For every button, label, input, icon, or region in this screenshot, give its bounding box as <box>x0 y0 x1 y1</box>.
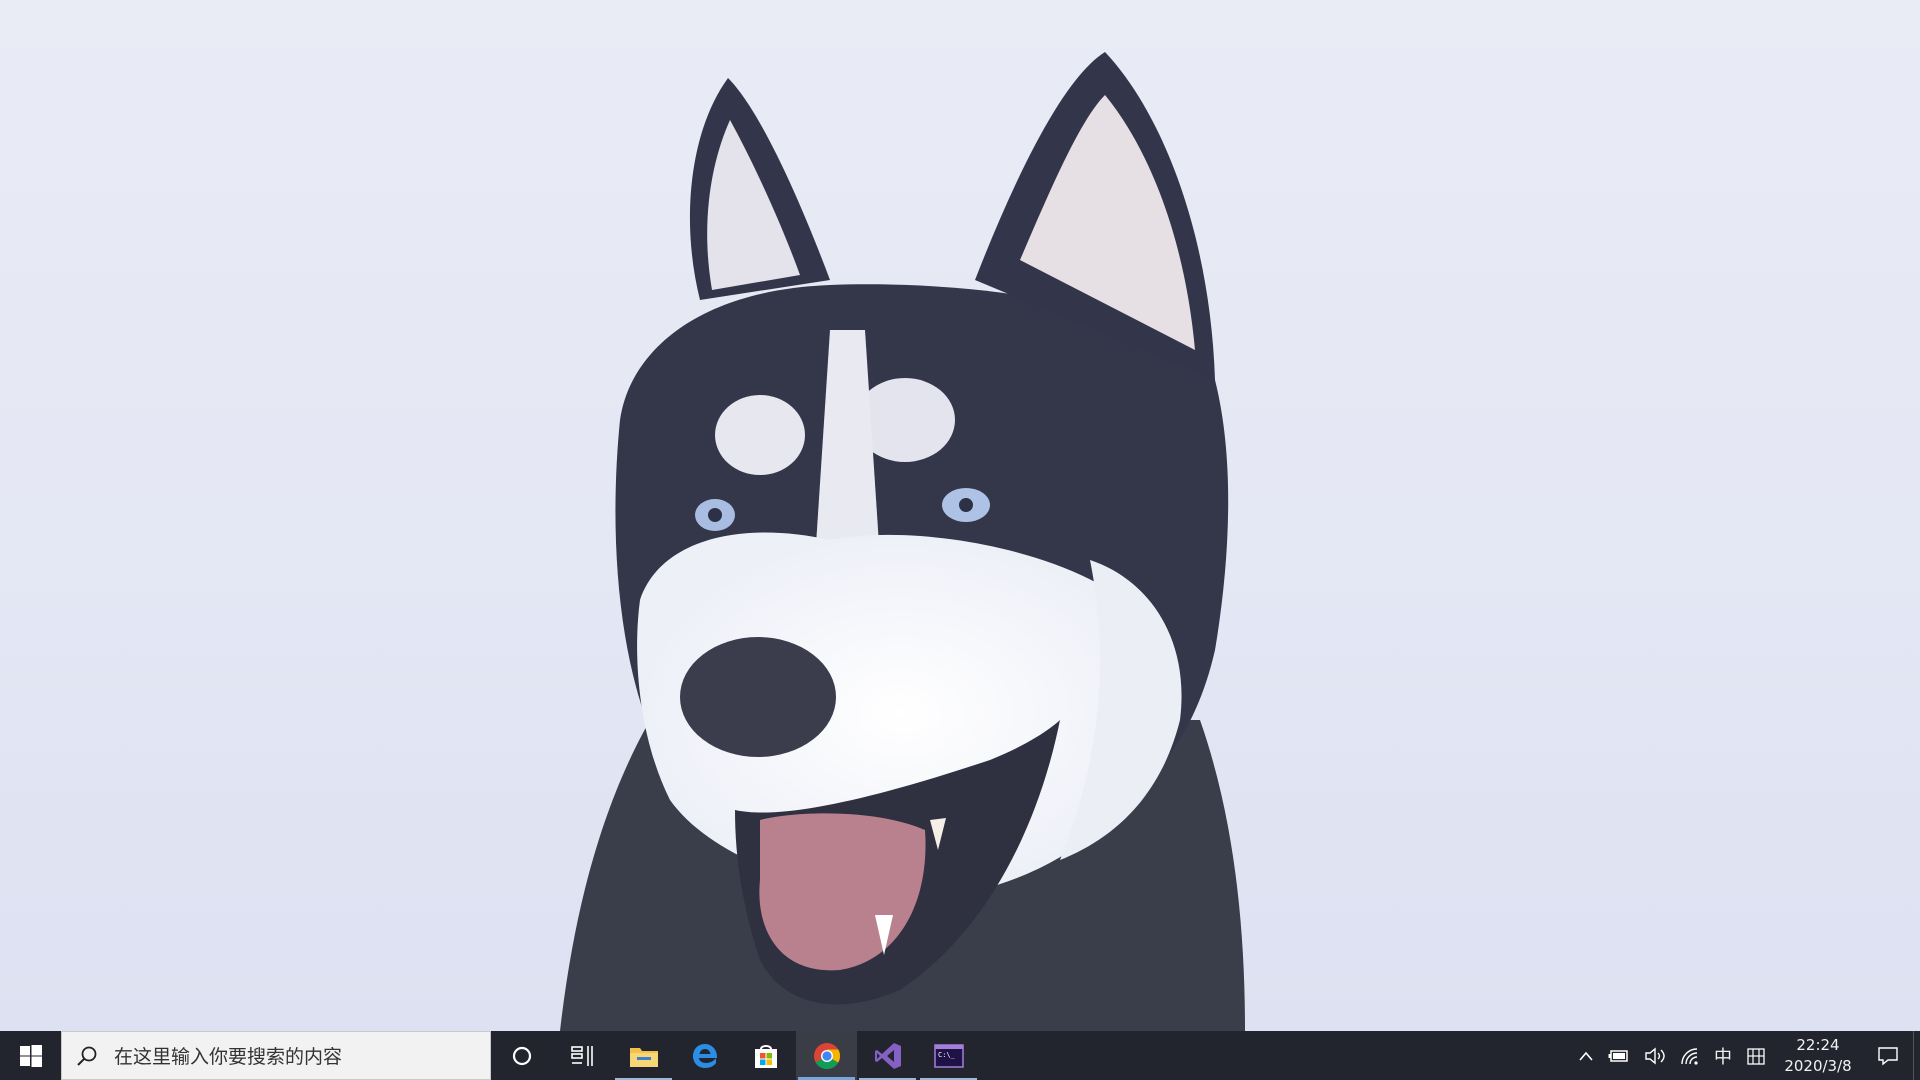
edge-icon <box>692 1043 717 1068</box>
taskbar-app-chrome[interactable] <box>796 1031 857 1080</box>
taskbar-app-file-explorer[interactable] <box>613 1031 674 1080</box>
ime-layout-button[interactable] <box>1739 1031 1773 1080</box>
taskbar-app-store[interactable] <box>735 1031 796 1080</box>
show-desktop-button[interactable] <box>1913 1031 1920 1080</box>
action-center-icon <box>1878 1046 1898 1065</box>
taskbar-app-visual-studio[interactable] <box>857 1031 918 1080</box>
ime-mode-label: 中 <box>1714 1046 1732 1068</box>
taskbar-app-terminal[interactable]: C:\_ <box>918 1031 979 1080</box>
folder-icon <box>629 1047 658 1067</box>
chevron-up-icon <box>1579 1051 1593 1061</box>
volume-icon <box>1645 1047 1665 1064</box>
taskbar: 在这里输入你要搜索的内容 C:\_ 中 22:24 2020/3/8 <box>0 1031 1920 1080</box>
windows-logo-icon <box>19 1044 42 1067</box>
battery-button[interactable] <box>1601 1031 1637 1080</box>
cortana-button[interactable] <box>491 1031 552 1080</box>
svg-text:C:\_: C:\_ <box>938 1051 956 1059</box>
ime-grid-icon <box>1747 1047 1765 1065</box>
task-view-icon <box>570 1045 593 1066</box>
system-tray: 中 22:24 2020/3/8 <box>1571 1031 1920 1080</box>
clock-time: 22:24 <box>1796 1035 1840 1054</box>
volume-button[interactable] <box>1637 1031 1673 1080</box>
show-hidden-icons-button[interactable] <box>1571 1031 1601 1080</box>
task-view-button[interactable] <box>552 1031 613 1080</box>
clock-date: 2020/3/8 <box>1784 1056 1852 1075</box>
clock[interactable]: 22:24 2020/3/8 <box>1773 1031 1863 1080</box>
visual-studio-icon <box>874 1042 901 1069</box>
search-input[interactable]: 在这里输入你要搜索的内容 <box>114 1042 342 1069</box>
terminal-icon: C:\_ <box>933 1043 964 1068</box>
start-button[interactable] <box>0 1031 61 1080</box>
cortana-circle-icon <box>512 1046 531 1065</box>
battery-icon <box>1608 1049 1628 1062</box>
wifi-icon <box>1681 1047 1698 1065</box>
action-center-button[interactable] <box>1863 1031 1913 1080</box>
husky-nose <box>680 637 836 757</box>
store-icon <box>754 1044 777 1068</box>
search-box[interactable]: 在这里输入你要搜索的内容 <box>61 1031 491 1080</box>
search-icon <box>77 1046 97 1066</box>
taskbar-app-edge[interactable] <box>674 1031 735 1080</box>
husky-wallpaper <box>560 52 1245 1031</box>
network-button[interactable] <box>1673 1031 1707 1080</box>
ime-mode-button[interactable]: 中 <box>1707 1031 1739 1080</box>
chrome-icon <box>813 1042 840 1069</box>
desktop[interactable] <box>0 0 1920 1031</box>
